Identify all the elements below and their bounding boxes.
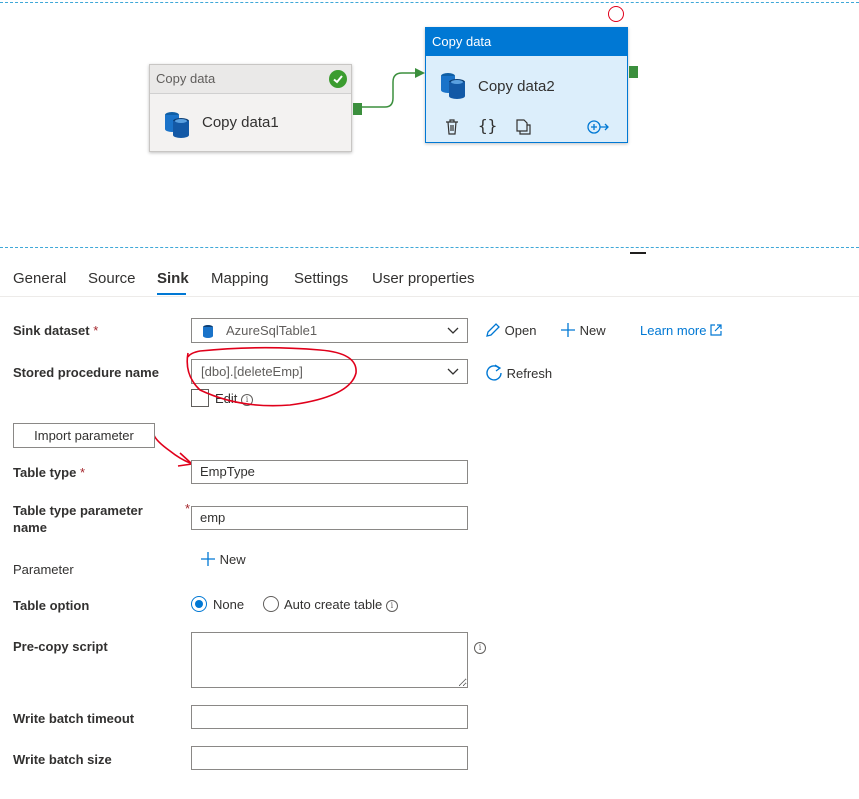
activity-copy-data2[interactable]: Copy data Copy data2 {} — [425, 27, 638, 143]
tab-settings[interactable]: Settings — [294, 270, 348, 287]
write-batch-timeout-label: Write batch timeout — [13, 711, 135, 726]
parameter-label: Parameter — [13, 562, 74, 577]
database-icon — [165, 112, 189, 138]
activity-name: Copy data2 — [478, 78, 555, 95]
canvas-top-border — [0, 2, 859, 3]
table-option-none-label: None — [213, 597, 245, 612]
activity-type-label: Copy data — [426, 28, 627, 56]
plus-icon — [561, 323, 575, 337]
write-batch-size-label: Write batch size — [13, 752, 112, 767]
sink-dataset-select[interactable]: AzureSqlTable1 — [191, 318, 468, 343]
table-type-param-label: Table type parameter name — [13, 503, 143, 535]
table-type-param-input[interactable]: emp — [191, 506, 468, 530]
tab-sink[interactable]: Sink — [157, 270, 189, 287]
success-check-icon — [329, 70, 347, 88]
tab-divider — [0, 296, 859, 297]
tab-source[interactable]: Source — [88, 270, 136, 287]
table-type-input[interactable]: EmpType — [191, 460, 468, 484]
annotation-ellipse — [186, 346, 357, 407]
copy-icon[interactable] — [515, 118, 531, 136]
canvas-bottom-border — [0, 247, 859, 248]
code-icon[interactable]: {} — [478, 116, 497, 135]
refresh-button[interactable]: Refresh — [485, 363, 552, 381]
external-link-icon — [710, 324, 722, 336]
activity-type-label: Copy data — [150, 65, 351, 94]
table-type-label: Table type * — [13, 465, 86, 480]
chevron-down-icon — [447, 368, 459, 375]
pre-copy-script-label: Pre-copy script — [13, 639, 108, 654]
table-option-auto-label: Auto create table i — [284, 597, 398, 612]
delete-icon[interactable] — [444, 118, 460, 136]
pre-copy-script-textarea[interactable] — [191, 632, 468, 688]
new-dataset-button[interactable]: New — [560, 322, 606, 338]
tab-general[interactable]: General — [13, 270, 66, 287]
pencil-icon — [486, 323, 500, 337]
chevron-down-icon — [447, 327, 459, 334]
sink-dataset-value: AzureSqlTable1 — [226, 323, 318, 338]
annotation-circle — [608, 6, 624, 22]
write-batch-size-input[interactable] — [191, 746, 468, 770]
tab-user-properties[interactable]: User properties — [372, 270, 475, 287]
add-output-icon[interactable] — [586, 119, 610, 135]
table-option-auto-radio[interactable] — [263, 596, 279, 612]
output-port[interactable] — [629, 66, 638, 78]
learn-more-link[interactable]: Learn more — [640, 323, 722, 338]
stored-procedure-label: Stored procedure name — [13, 365, 159, 380]
activity-copy-data1[interactable]: Copy data Copy data1 — [149, 64, 362, 152]
activity-name: Copy data1 — [202, 114, 279, 131]
table-option-none-radio[interactable] — [191, 596, 207, 612]
new-parameter-button[interactable]: New — [200, 551, 246, 567]
connector-arrow — [362, 68, 425, 108]
required-mark: * — [185, 501, 191, 516]
sink-dataset-label: Sink dataset * — [13, 323, 99, 338]
open-dataset-button[interactable]: Open — [485, 322, 536, 338]
plus-icon — [201, 552, 215, 566]
active-tab-indicator — [157, 293, 186, 295]
tab-mapping[interactable]: Mapping — [211, 270, 269, 287]
sql-table-icon — [203, 325, 213, 338]
write-batch-timeout-input[interactable] — [191, 705, 468, 729]
info-icon: i — [385, 599, 398, 612]
refresh-icon — [486, 364, 502, 381]
info-icon: i — [474, 639, 486, 657]
database-icon — [441, 73, 465, 99]
splitter-handle[interactable] — [630, 252, 646, 254]
table-option-label: Table option — [13, 598, 90, 613]
import-parameter-button[interactable]: Import parameter — [13, 423, 155, 448]
